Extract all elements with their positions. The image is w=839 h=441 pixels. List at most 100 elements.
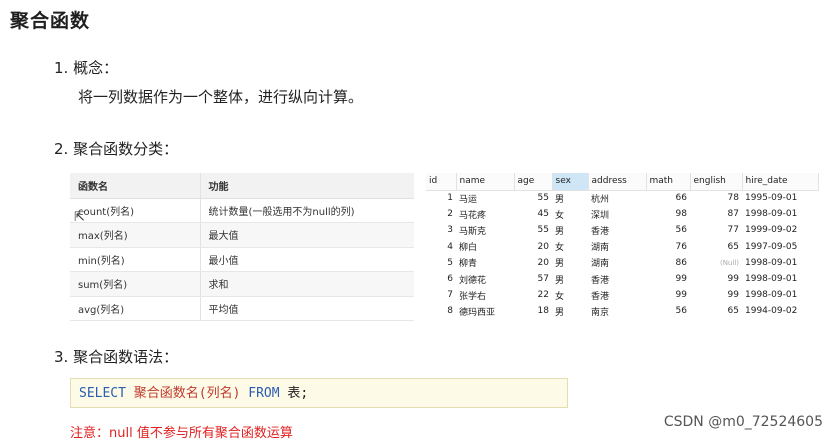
cell-name[interactable]: 马花疼 bbox=[456, 206, 514, 222]
table-row[interactable]: 6 刘德花 57 男香港 99 99 1998-09-01 bbox=[426, 271, 819, 287]
cell-english[interactable]: (Null) bbox=[690, 255, 742, 271]
header-function-desc: 功能 bbox=[200, 173, 414, 199]
cell-address[interactable]: 湖南 bbox=[588, 255, 646, 271]
cell-name[interactable]: 张学右 bbox=[456, 287, 514, 303]
cell-name[interactable]: 马斯克 bbox=[456, 222, 514, 238]
cell-hire-date[interactable]: 1998-09-01 bbox=[742, 206, 819, 222]
cell-address[interactable]: 杭州 bbox=[588, 190, 646, 206]
table-row: count(列名) 统计数量(一般选用不为null的列) bbox=[70, 198, 414, 223]
cell-math[interactable]: 99 bbox=[646, 287, 690, 303]
cell-name[interactable]: 马运 bbox=[456, 190, 514, 206]
cell-name[interactable]: 柳青 bbox=[456, 255, 514, 271]
cell-age[interactable]: 18 bbox=[514, 303, 552, 319]
cell-address[interactable]: 湖南 bbox=[588, 239, 646, 255]
table-row[interactable]: 2 马花疼 45 女深圳 98 87 1998-09-01 bbox=[426, 206, 819, 222]
cell-age[interactable]: 55 bbox=[514, 222, 552, 238]
cell-math[interactable]: 86 bbox=[646, 255, 690, 271]
cell-address[interactable]: 香港 bbox=[588, 271, 646, 287]
cell-age[interactable]: 22 bbox=[514, 287, 552, 303]
cell-sex[interactable]: 男 bbox=[552, 255, 588, 271]
cell-id[interactable]: 6 bbox=[426, 271, 456, 287]
header-function-name: 函数名 bbox=[70, 173, 201, 199]
column-header-math[interactable]: math bbox=[646, 173, 691, 191]
cell-english[interactable]: 65 bbox=[690, 239, 742, 255]
cell-address[interactable]: 深圳 bbox=[588, 206, 646, 222]
cell-age[interactable]: 45 bbox=[514, 206, 552, 222]
cell-address[interactable]: 香港 bbox=[588, 287, 646, 303]
cell-sex[interactable]: 女 bbox=[552, 287, 588, 303]
cell-math[interactable]: 56 bbox=[646, 222, 690, 238]
table-row[interactable]: 1 马运 55 男杭州 66 78 1995-09-01 bbox=[426, 190, 819, 206]
cell-sex[interactable]: 男 bbox=[552, 303, 588, 319]
column-header-id[interactable]: id bbox=[426, 173, 457, 191]
cell-sex[interactable]: 男 bbox=[552, 271, 588, 287]
table-row[interactable]: 5 柳青 20 男湖南 86 (Null) 1998-09-01 bbox=[426, 255, 819, 271]
table-row: min(列名) 最小值 bbox=[70, 247, 414, 272]
cell-name[interactable]: 刘德花 bbox=[456, 271, 514, 287]
cell-id[interactable]: 3 bbox=[426, 222, 456, 238]
table-row[interactable]: 8 德玛西亚 18 男南京 56 65 1994-09-02 bbox=[426, 303, 819, 319]
cell-math[interactable]: 98 bbox=[646, 206, 690, 222]
cell-english[interactable]: 78 bbox=[690, 190, 742, 206]
table-row: sum(列名) 求和 bbox=[70, 271, 414, 297]
cell-name[interactable]: 柳白 bbox=[456, 239, 514, 255]
cell-sex[interactable]: 男 bbox=[552, 222, 588, 238]
cell-id[interactable]: 8 bbox=[426, 303, 456, 319]
cell-address[interactable]: 南京 bbox=[588, 303, 646, 319]
cell-hire-date[interactable]: 1997-09-05 bbox=[742, 239, 819, 255]
cell-id[interactable]: 2 bbox=[426, 206, 456, 222]
cell-english[interactable]: 77 bbox=[690, 222, 742, 238]
function-table: 函数名 功能 count(列名) 统计数量(一般选用不为null的列) max(… bbox=[70, 173, 414, 321]
cell-math[interactable]: 66 bbox=[646, 190, 690, 206]
section-concept-heading: 1. 概念： bbox=[54, 59, 119, 77]
function-name: count(列名) bbox=[70, 198, 201, 223]
code-keyword-from: FROM bbox=[248, 386, 280, 401]
section-syntax-heading: 3. 聚合函数语法： bbox=[54, 348, 179, 366]
watermark: CSDN @m0_72524605 bbox=[663, 414, 823, 430]
cell-english[interactable]: 99 bbox=[690, 271, 742, 287]
cell-age[interactable]: 57 bbox=[514, 271, 552, 287]
column-header-hire-date[interactable]: hire_date bbox=[742, 173, 819, 191]
column-header-address[interactable]: address bbox=[588, 173, 647, 191]
cell-hire-date[interactable]: 1998-09-01 bbox=[742, 271, 819, 287]
cell-math[interactable]: 99 bbox=[646, 271, 690, 287]
cell-hire-date[interactable]: 1994-09-02 bbox=[742, 303, 819, 319]
section-classification-heading: 2. 聚合函数分类： bbox=[54, 140, 179, 158]
cell-id[interactable]: 4 bbox=[426, 239, 456, 255]
cell-math[interactable]: 76 bbox=[646, 239, 690, 255]
column-header-english[interactable]: english bbox=[690, 173, 743, 191]
cell-hire-date[interactable]: 1995-09-01 bbox=[742, 190, 819, 206]
cell-age[interactable]: 20 bbox=[514, 239, 552, 255]
cell-sex[interactable]: 女 bbox=[552, 206, 588, 222]
cell-hire-date[interactable]: 1998-09-01 bbox=[742, 287, 819, 303]
column-header-name[interactable]: name bbox=[456, 173, 515, 191]
column-header-age[interactable]: age bbox=[514, 173, 553, 191]
mouse-cursor-icon: ⇱ bbox=[74, 210, 85, 225]
cell-name[interactable]: 德玛西亚 bbox=[456, 303, 514, 319]
table-row[interactable]: 3 马斯克 55 男香港 56 77 1999-09-02 bbox=[426, 222, 819, 238]
cell-id[interactable]: 7 bbox=[426, 287, 456, 303]
cell-id[interactable]: 5 bbox=[426, 255, 456, 271]
code-keyword-select: SELECT bbox=[79, 386, 126, 401]
data-grid[interactable]: id name age sex address math english hir… bbox=[426, 173, 819, 320]
cell-address[interactable]: 香港 bbox=[588, 222, 646, 238]
table-row[interactable]: 4 柳白 20 女湖南 76 65 1997-09-05 bbox=[426, 239, 819, 255]
cell-id[interactable]: 1 bbox=[426, 190, 456, 206]
column-header-sex[interactable]: sex bbox=[552, 173, 589, 191]
cell-english[interactable]: 87 bbox=[690, 206, 742, 222]
table-row: avg(列名) 平均值 bbox=[70, 296, 414, 321]
cell-english[interactable]: 99 bbox=[690, 287, 742, 303]
cell-age[interactable]: 55 bbox=[514, 190, 552, 206]
cell-sex[interactable]: 女 bbox=[552, 239, 588, 255]
function-desc: 平均值 bbox=[200, 296, 414, 321]
function-desc: 求和 bbox=[200, 271, 414, 297]
table-row: max(列名) 最大值 bbox=[70, 222, 414, 248]
cell-math[interactable]: 56 bbox=[646, 303, 690, 319]
cell-sex[interactable]: 男 bbox=[552, 190, 588, 206]
cell-hire-date[interactable]: 1999-09-02 bbox=[742, 222, 819, 238]
cell-hire-date[interactable]: 1998-09-01 bbox=[742, 255, 819, 271]
table-row[interactable]: 7 张学右 22 女香港 99 99 1998-09-01 bbox=[426, 287, 819, 303]
function-desc: 最大值 bbox=[200, 222, 414, 248]
cell-age[interactable]: 20 bbox=[514, 255, 552, 271]
cell-english[interactable]: 65 bbox=[690, 303, 742, 319]
